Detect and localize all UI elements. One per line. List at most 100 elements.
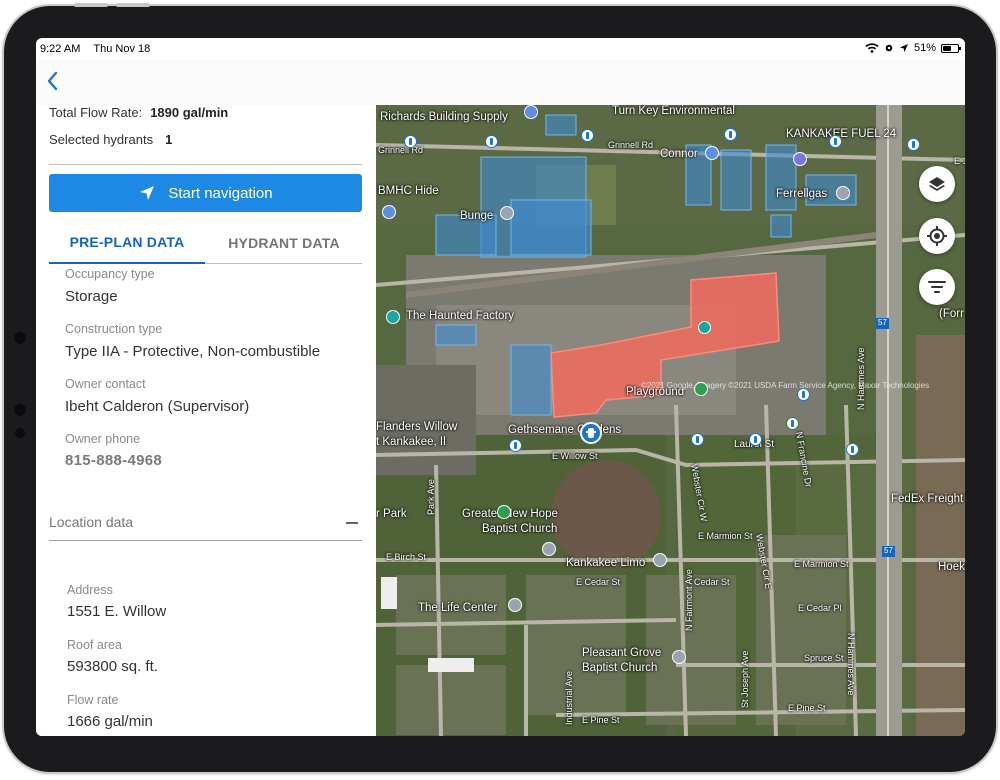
hydrant-pin[interactable]: [691, 433, 704, 446]
battery-icon: [941, 43, 961, 53]
hydrant-pin[interactable]: [581, 129, 594, 142]
layers-button[interactable]: [919, 166, 955, 202]
map-label: E Willow St: [552, 451, 598, 461]
church-icon[interactable]: [508, 598, 522, 612]
chevron-left-icon: [47, 71, 58, 91]
roof-area-value: 593800 sq. ft.: [67, 658, 158, 675]
flow-rate-value: 1666 gal/min: [67, 713, 153, 730]
tab-pre-plan-data[interactable]: PRE-PLAN DATA: [49, 222, 205, 264]
map-label: Bunge: [460, 210, 494, 222]
volume-button: [74, 3, 108, 7]
screen: 9:22 AM Thu Nov 18 51% Total Flow Rate: …: [36, 38, 965, 736]
my-location-button[interactable]: [919, 218, 955, 254]
map-label: Turn Key Environmental: [612, 105, 735, 117]
map-label: E Pine St: [582, 715, 620, 725]
hydrant-pin[interactable]: [907, 138, 920, 151]
flow-rate-label: Flow rate: [67, 693, 119, 707]
shopping-poi-icon[interactable]: [524, 105, 538, 119]
map-label: Grinnell Rd: [608, 140, 654, 150]
location-arrow-icon: [899, 44, 908, 52]
back-button[interactable]: [42, 68, 64, 94]
map-label: Richards Building Supply: [380, 111, 508, 123]
map-poi-icon[interactable]: [698, 321, 711, 334]
owner-contact-value: Ibeht Calderon (Supervisor): [65, 398, 250, 415]
map-label: Kankakee Limo: [566, 557, 646, 569]
hydrant-pin[interactable]: [797, 388, 810, 401]
map-label: E Cedar St: [576, 577, 621, 587]
shopping-poi-icon[interactable]: [382, 205, 396, 219]
attraction-icon[interactable]: [386, 310, 400, 324]
place-pin-icon[interactable]: [836, 186, 850, 200]
status-time-date: 9:22 AM Thu Nov 18: [40, 43, 150, 55]
address-value: 1551 E. Willow: [67, 603, 167, 620]
sensor-dot: [15, 428, 25, 438]
hydrant-pin[interactable]: [404, 135, 417, 148]
satellite-map[interactable]: Richards Building Supply Turn Key Enviro…: [376, 105, 965, 736]
place-pin-icon[interactable]: [653, 553, 667, 567]
address-label: Address: [67, 583, 113, 597]
map-label: E Birch St: [386, 552, 427, 562]
park-icon[interactable]: [694, 382, 708, 396]
map-label: Connor: [660, 148, 698, 160]
map-label: t Kankakee, Il: [376, 436, 446, 448]
hydrant-pin[interactable]: [509, 439, 522, 452]
map-label: The Life Center: [418, 602, 498, 614]
gas-station-icon[interactable]: [793, 152, 807, 166]
status-date: Thu Nov 18: [93, 43, 151, 55]
map-label: Hoek: [938, 561, 965, 573]
total-flow-label: Total Flow Rate:: [49, 105, 143, 120]
hydrant-pin[interactable]: [829, 135, 842, 148]
tab-hydrant-data[interactable]: HYDRANT DATA: [206, 222, 362, 264]
shopping-poi-icon[interactable]: [705, 146, 719, 160]
map-label: St Joseph Ave: [740, 650, 750, 708]
place-pin-icon[interactable]: [500, 206, 514, 220]
church-icon[interactable]: [672, 650, 686, 664]
owner-contact-label: Owner contact: [65, 377, 146, 391]
map-attribution: ©2021 Google, Imagery ©2021 USDA Farm Se…: [641, 381, 930, 390]
map-imagery: [376, 105, 965, 736]
map-label: Park Ave: [426, 479, 436, 515]
filter-button[interactable]: [919, 269, 955, 305]
map-label: r Park: [376, 508, 407, 520]
owner-phone-label: Owner phone: [65, 432, 141, 446]
navigation-bar: [36, 60, 965, 105]
hydrant-pin-green[interactable]: [786, 417, 799, 430]
park-icon[interactable]: [497, 505, 511, 519]
hydrant-pin[interactable]: [749, 433, 762, 446]
selected-hydrants-label: Selected hydrants: [49, 132, 154, 147]
hydrant-pin[interactable]: [846, 443, 859, 456]
map-label: FedEx Freight: [891, 493, 964, 505]
location-data-section-header[interactable]: Location data: [49, 505, 362, 541]
start-navigation-button[interactable]: Start navigation: [49, 174, 362, 212]
map-label: Baptist Church: [582, 662, 658, 674]
owner-phone-link[interactable]: 815-888-4968: [65, 452, 162, 469]
map-label: Pleasant Grove: [582, 647, 662, 659]
wifi-icon: [865, 43, 879, 53]
map-label: E Cedar Pl: [798, 603, 842, 613]
map-label: Flanders Willow: [376, 421, 458, 433]
status-icons: 51%: [865, 42, 961, 54]
map-label: E 1: [954, 156, 965, 166]
map-label: E Marmion St: [698, 531, 753, 541]
map-label: N Hammes Ave: [856, 347, 866, 410]
battery-percentage: 51%: [913, 42, 936, 54]
collapse-icon[interactable]: [346, 522, 358, 524]
total-flow-value: 1890 gal/min: [150, 105, 229, 120]
details-panel: Total Flow Rate: 1890 gal/min Selected hy…: [36, 105, 376, 736]
church-icon[interactable]: [542, 542, 556, 556]
map-label: N Hammes Ave: [846, 633, 856, 696]
occupancy-type-label: Occupancy type: [65, 267, 155, 281]
filter-icon: [928, 281, 946, 293]
highway-shield-label: 57: [884, 546, 893, 555]
map-label: BMHC Hide: [378, 185, 439, 197]
map-label: The Haunted Factory: [406, 310, 515, 322]
hydrant-icon: [586, 428, 596, 438]
status-time: 9:22 AM: [40, 43, 81, 55]
selected-hydrants-count: 1: [165, 132, 173, 147]
selected-hydrant-marker[interactable]: [580, 422, 602, 444]
map-label: E Pine St: [788, 703, 826, 713]
hydrant-pin[interactable]: [485, 135, 498, 148]
hydrant-pin[interactable]: [724, 128, 737, 141]
map-label: Baptist Church: [482, 523, 558, 535]
map-label: Grinnell Rd: [378, 145, 424, 155]
